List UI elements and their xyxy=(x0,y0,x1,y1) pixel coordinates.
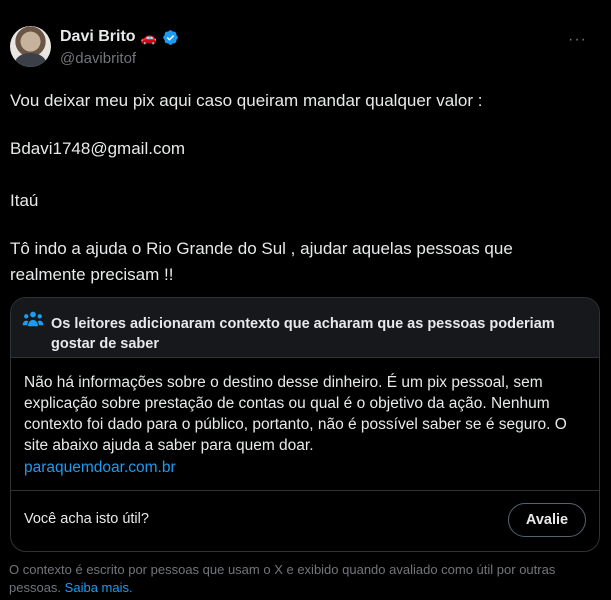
avatar[interactable] xyxy=(10,26,51,67)
car-emoji: 🚗 xyxy=(140,29,157,45)
community-note: Os leitores adicionaram contexto que ach… xyxy=(10,297,600,552)
tweet-line-4: Tô indo a ajuda o Rio Grande do Sul , aj… xyxy=(10,239,513,284)
context-footnote: O contexto é escrito por pessoas que usa… xyxy=(9,561,604,597)
tweet-line-3: Itaú xyxy=(10,191,39,210)
community-note-link[interactable]: paraquemdoar.com.br xyxy=(24,457,176,478)
community-note-title: Os leitores adicionaram contexto que ach… xyxy=(51,316,555,352)
community-note-footer: Você acha isto útil? Avalie xyxy=(11,490,599,551)
author-name-line: Davi Brito 🚗 xyxy=(60,28,179,46)
community-note-body: Não há informações sobre o destino desse… xyxy=(24,374,567,454)
tweet-line-1: Vou deixar meu pix aqui caso queiram man… xyxy=(10,91,483,110)
people-icon xyxy=(22,311,44,327)
tweet-header: Davi Brito 🚗 @davibritof ··· xyxy=(10,26,601,72)
more-horizontal-icon[interactable]: ··· xyxy=(568,32,587,48)
tweet-line-2: Bdavi1748@gmail.com xyxy=(10,139,186,158)
rate-button[interactable]: Avalie xyxy=(508,503,586,537)
verified-badge-icon[interactable] xyxy=(162,29,179,46)
helpful-question: Você acha isto útil? xyxy=(24,511,149,527)
author-handle[interactable]: @davibritof xyxy=(60,50,136,67)
author-name[interactable]: Davi Brito xyxy=(60,28,136,46)
learn-more-link[interactable]: Saiba mais. xyxy=(65,580,133,595)
community-note-header: Os leitores adicionaram contexto que ach… xyxy=(11,298,599,358)
